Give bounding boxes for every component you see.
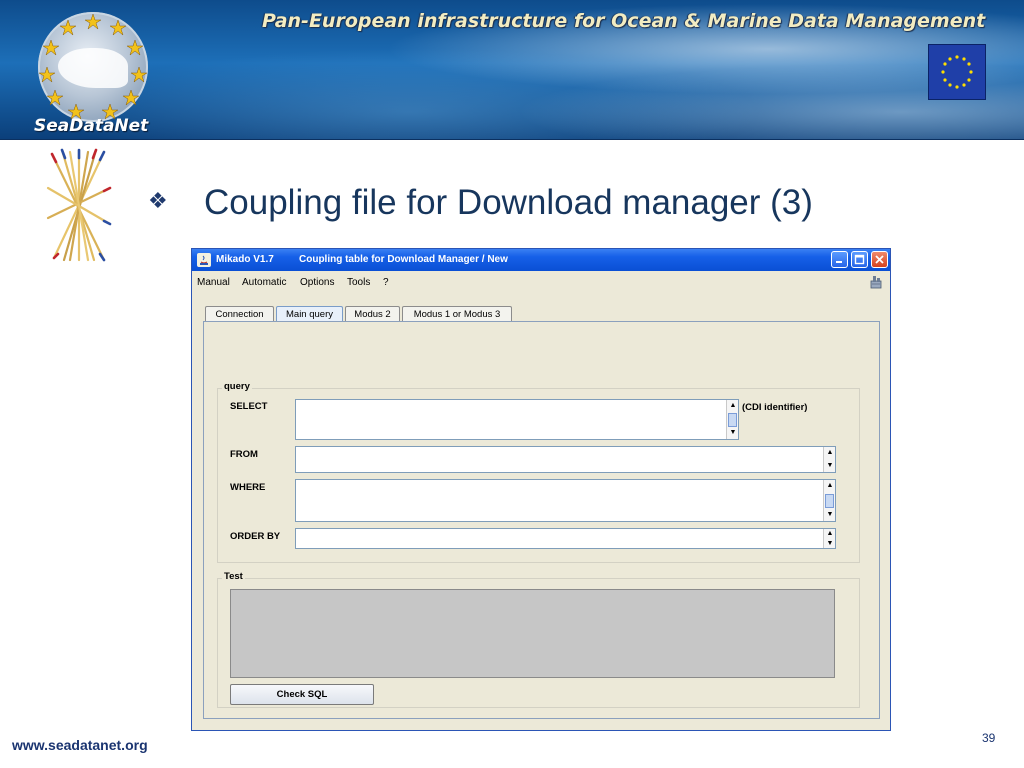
menu-tools[interactable]: Tools: [347, 277, 370, 288]
where-label: WHERE: [230, 482, 266, 493]
logo-stars-icon: [38, 13, 148, 120]
maximize-button[interactable]: [851, 251, 868, 268]
header-banner: SeaDataNet Pan-European infrastructure f…: [0, 0, 1024, 140]
banner-title: Pan-European infrastructure for Ocean & …: [262, 10, 986, 32]
page-number: 39: [982, 731, 996, 745]
minimize-button[interactable]: [831, 251, 848, 268]
scroll-up-icon[interactable]: ▲: [728, 401, 738, 411]
check-sql-button[interactable]: Check SQL: [230, 684, 374, 705]
query-group-legend: query: [222, 381, 252, 392]
window-titlebar[interactable]: Mikado V1.7 Coupling table for Download …: [192, 249, 890, 271]
footer-url[interactable]: www.seadatanet.org: [12, 737, 148, 753]
scroll-down-icon[interactable]: ▼: [825, 510, 835, 520]
eu-flag-icon: [928, 44, 986, 100]
tab-modus-2[interactable]: Modus 2: [345, 306, 400, 321]
java-app-icon: [197, 253, 211, 267]
scroll-up-icon[interactable]: ▲: [825, 448, 835, 458]
window-title: Coupling table for Download Manager / Ne…: [299, 254, 508, 265]
menu-manual[interactable]: Manual: [197, 277, 230, 288]
tab-connection[interactable]: Connection: [205, 306, 274, 321]
cdi-identifier-hint: (CDI identifier): [742, 402, 808, 413]
window-app-name: Mikado V1.7: [216, 254, 274, 265]
menu-options[interactable]: Options: [300, 277, 334, 288]
mikado-sticks-icon: [46, 148, 112, 262]
from-field[interactable]: ▲ ▼: [295, 446, 836, 473]
select-scrollbar[interactable]: ▲ ▼: [726, 400, 738, 439]
scroll-up-icon[interactable]: ▲: [825, 529, 835, 538]
where-field[interactable]: ▲ ▼: [295, 479, 836, 522]
menu-help[interactable]: ?: [383, 277, 389, 288]
scroll-down-icon[interactable]: ▼: [825, 539, 835, 548]
menu-bar: Manual Automatic Options Tools ?: [192, 271, 890, 293]
tab-modus-1-or-3[interactable]: Modus 1 or Modus 3: [402, 306, 512, 321]
scroll-up-icon[interactable]: ▲: [825, 481, 835, 491]
close-icon: [875, 255, 884, 264]
banner-divider: [0, 139, 1024, 140]
title-bullet-icon: ❖: [148, 188, 168, 213]
minimize-icon: [836, 261, 842, 263]
scroll-down-icon[interactable]: ▼: [728, 428, 738, 438]
maximize-icon: [854, 254, 865, 265]
scroll-down-icon[interactable]: ▼: [825, 461, 835, 471]
slide-title: Coupling file for Download manager (3): [204, 183, 813, 222]
close-button[interactable]: [871, 251, 888, 268]
order-by-label: ORDER BY: [230, 531, 281, 542]
test-group: Test Check SQL: [217, 571, 860, 708]
order-by-field[interactable]: ▲ ▼: [295, 528, 836, 549]
menu-automatic[interactable]: Automatic: [242, 277, 286, 288]
mikado-window: Mikado V1.7 Coupling table for Download …: [191, 248, 891, 731]
database-tool-icon[interactable]: [868, 274, 884, 290]
select-label: SELECT: [230, 401, 268, 412]
test-output-area: [230, 589, 835, 678]
test-group-legend: Test: [222, 571, 245, 582]
scroll-thumb[interactable]: [825, 494, 834, 508]
select-field[interactable]: ▲ ▼: [295, 399, 739, 440]
from-scrollbar[interactable]: ▲ ▼: [823, 447, 835, 472]
logo-text: SeaDataNet: [34, 116, 149, 136]
tab-main-query[interactable]: Main query: [276, 306, 343, 321]
query-group: query SELECT ▲ ▼ (CDI identifier) FROM ▲…: [217, 381, 860, 563]
scroll-thumb[interactable]: [728, 413, 737, 427]
main-query-panel: query SELECT ▲ ▼ (CDI identifier) FROM ▲…: [203, 321, 880, 719]
order-by-scrollbar[interactable]: ▲ ▼: [823, 529, 835, 548]
from-label: FROM: [230, 449, 258, 460]
where-scrollbar[interactable]: ▲ ▼: [823, 480, 835, 521]
